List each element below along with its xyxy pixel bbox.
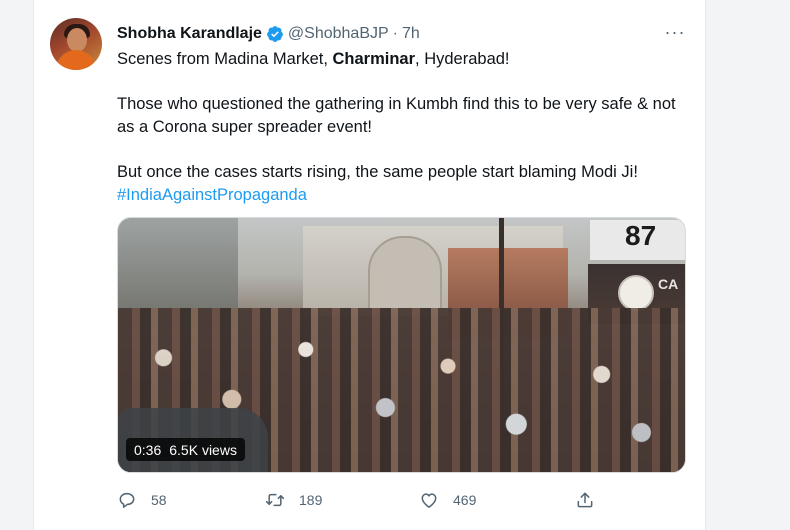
tweet-text-segment: , Hyderabad!: [415, 50, 510, 68]
video-player[interactable]: 87 CA: [117, 217, 686, 473]
retweet-icon: [265, 493, 285, 507]
tweet-text-bold-segment: Charminar: [332, 50, 416, 68]
like-count: 469: [453, 492, 477, 508]
more-options-icon[interactable]: ···: [662, 22, 688, 42]
video-scene-arch: [368, 236, 442, 310]
avatar[interactable]: [50, 18, 102, 70]
tweet-text-paragraph-3: But once the cases starts rising, the sa…: [117, 163, 638, 181]
page-background-right: [706, 0, 790, 530]
avatar-face: [67, 28, 87, 52]
video-stats-overlay: 0:36 6.5K views: [126, 438, 245, 461]
tweet-text-line-1: Scenes from Madina Market, Charminar, Hy…: [117, 48, 677, 71]
tweet-text-segment: Scenes from Madina Market,: [117, 50, 333, 68]
like-button[interactable]: 469: [419, 488, 476, 512]
header-separator: ·: [392, 25, 398, 42]
avatar-clothing: [56, 50, 96, 70]
page-background-left: [0, 0, 33, 530]
video-scene-sign-number: 87: [625, 220, 657, 251]
tweet-header: Shobha Karandlaje @ShobhaBJP · 7h: [117, 24, 420, 44]
video-views: 6.5K views: [169, 441, 237, 458]
reply-button[interactable]: 58: [117, 488, 167, 512]
retweet-button[interactable]: 189: [265, 488, 322, 512]
video-duration: 0:36: [134, 441, 162, 458]
like-icon: [421, 493, 437, 508]
author-display-name[interactable]: Shobha Karandlaje: [117, 25, 262, 43]
hashtag-link[interactable]: #IndiaAgainstPropaganda: [117, 186, 307, 204]
verified-badge-icon: [266, 25, 284, 43]
tweet-text-paragraph-2: Those who questioned the gathering in Ku…: [117, 95, 676, 136]
share-button[interactable]: [575, 488, 595, 512]
reply-icon: [119, 492, 135, 508]
reply-count: 58: [151, 492, 167, 508]
tweet-text: Scenes from Madina Market, Charminar, Hy…: [117, 48, 677, 207]
share-icon: [577, 492, 593, 508]
retweet-count: 189: [299, 492, 323, 508]
tweet-timestamp[interactable]: 7h: [402, 25, 420, 43]
video-scene-shop-text: CA: [658, 276, 679, 292]
author-handle[interactable]: @ShobhaBJP: [288, 25, 389, 43]
video-scene-logo: [618, 275, 654, 311]
